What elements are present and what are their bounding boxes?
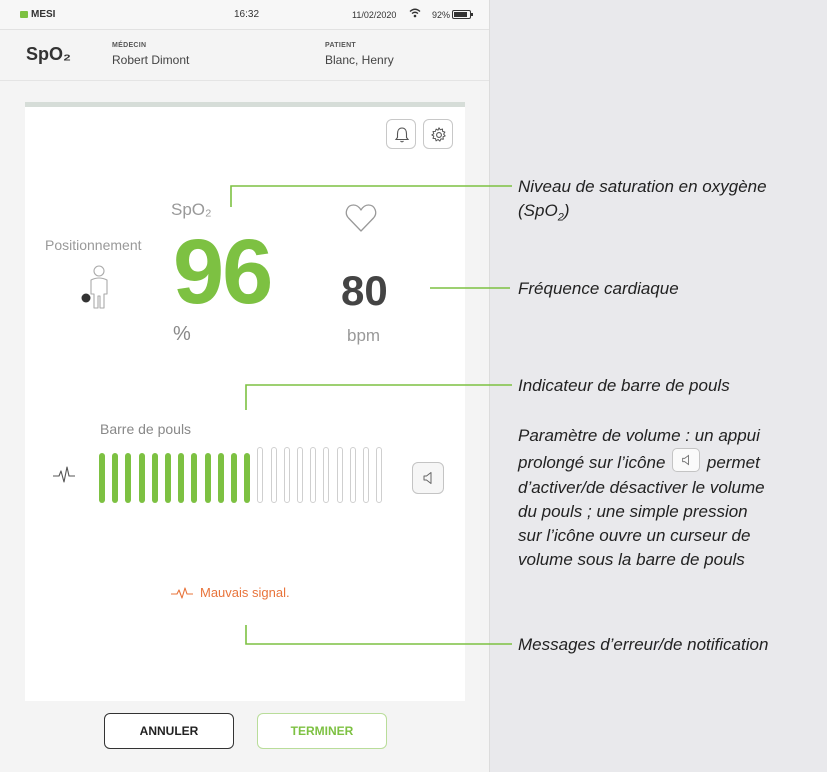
annotation-spo2: Niveau de saturation en oxygène (SpO2)	[518, 175, 767, 229]
annotation-volume-line4: du pouls ; une simple pression	[518, 501, 748, 521]
annotation-spo2-text: (SpO	[518, 201, 558, 220]
annotation-pulse-bar: Indicateur de barre de pouls	[518, 376, 730, 395]
messages-leader-line	[245, 625, 512, 645]
annotation-volume-line5: sur l’icône ouvre un curseur de	[518, 526, 751, 546]
annotation-volume-line2a: prolongé sur l’icône	[518, 453, 666, 473]
speaker-icon	[672, 448, 701, 473]
annotation-heart-rate: Fréquence cardiaque	[518, 279, 679, 298]
annotation-volume-line6: volume sous la barre de pouls	[518, 550, 745, 570]
annotation-spo2-line1: Niveau de saturation en oxygène	[518, 177, 767, 196]
annotation-volume-line3: d’activer/de désactiver le volume	[518, 477, 765, 497]
annotation-messages: Messages d’erreur/de notification	[518, 635, 769, 654]
annotation-volume-line2b: permet	[706, 453, 760, 473]
spo2-leader-line	[230, 185, 512, 207]
annotation-spo2-close: )	[563, 201, 570, 220]
pulse-bar-leader-line	[245, 384, 512, 410]
annotation-volume-line2: prolongé sur l’icône permet	[518, 448, 765, 475]
annotation-volume-line1: Paramètre de volume : un appui	[518, 426, 760, 445]
annotation-spo2-line2: (SpO2)	[518, 199, 767, 229]
annotation-volume: Paramètre de volume : un appui prolongé …	[518, 424, 765, 573]
